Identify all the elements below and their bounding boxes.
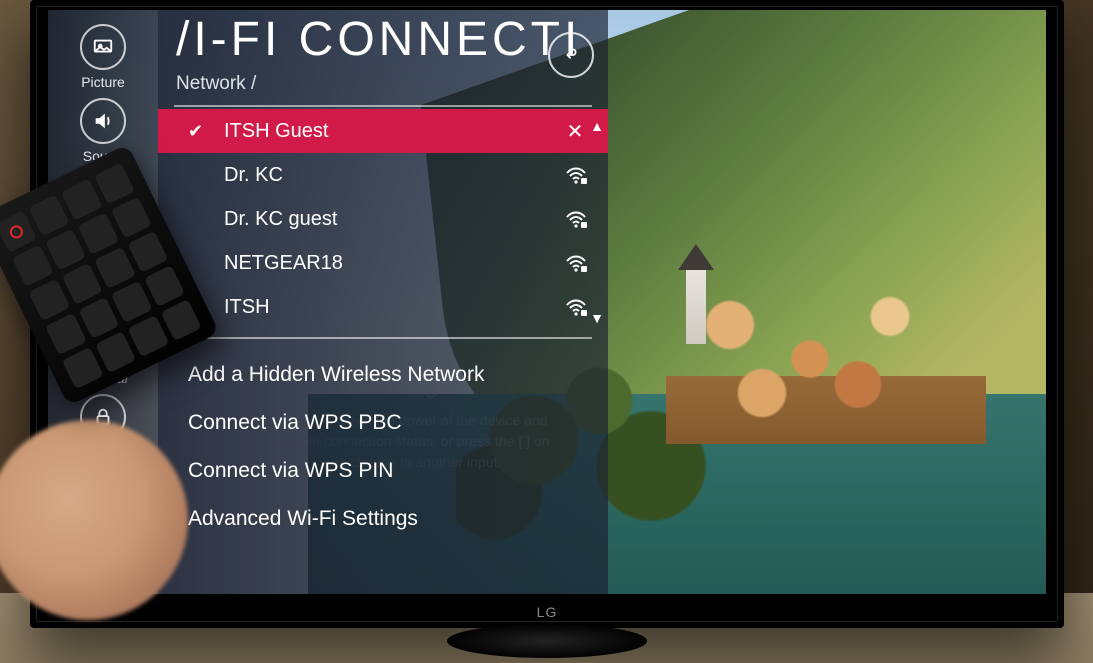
sidebar-item-label: Picture	[81, 74, 125, 90]
wifi-secured-icon	[564, 253, 588, 273]
network-name: Dr. KC guest	[206, 208, 564, 231]
breadcrumb: Network /	[158, 67, 608, 105]
network-name: ITSH	[206, 296, 564, 319]
wifi-options: Add a Hidden Wireless Network Connect vi…	[158, 351, 608, 543]
option-advanced-wifi[interactable]: Advanced Wi-Fi Settings	[158, 495, 608, 543]
network-list: ▲ ▼ ✔ ITSH Guest ✕ Dr. KC Dr. KC guest	[158, 109, 608, 329]
network-row-selected[interactable]: ✔ ITSH Guest ✕	[158, 109, 608, 153]
network-name: NETGEAR18	[206, 252, 564, 275]
sound-icon	[80, 98, 126, 144]
network-row[interactable]: Dr. KC guest	[158, 197, 608, 241]
divider	[174, 105, 592, 107]
sidebar-item-sound[interactable]: Sound	[48, 98, 158, 164]
network-row[interactable]: NETGEAR18	[158, 241, 608, 285]
scroll-up-button[interactable]: ▲	[584, 113, 610, 139]
tv-stand	[447, 624, 647, 658]
divider	[174, 337, 592, 339]
network-name: Dr. KC	[206, 164, 564, 187]
option-wps-pin[interactable]: Connect via WPS PIN	[158, 447, 608, 495]
network-row[interactable]: ITSH	[158, 285, 608, 329]
connected-check-icon: ✔	[188, 121, 206, 142]
wifi-secured-icon	[564, 165, 588, 185]
picture-icon	[80, 24, 126, 70]
wifi-connection-panel: /I-FI CONNECTI Network / ▲ ▼ ✔ ITSH Gues…	[158, 10, 608, 594]
sidebar-item-picture[interactable]: Picture	[48, 24, 158, 90]
panel-title: /I-FI CONNECTI	[158, 10, 608, 67]
remote-power-button	[0, 211, 37, 253]
tv-brand-logo: LG	[537, 604, 558, 620]
back-arrow-icon	[560, 44, 582, 66]
network-row[interactable]: Dr. KC	[158, 153, 608, 197]
wifi-secured-icon	[564, 209, 588, 229]
network-name: ITSH Guest	[206, 120, 562, 143]
option-add-hidden-network[interactable]: Add a Hidden Wireless Network	[158, 351, 608, 399]
back-button[interactable]	[548, 32, 594, 78]
scroll-down-button[interactable]: ▼	[584, 305, 610, 331]
option-wps-pbc[interactable]: Connect via WPS PBC	[158, 399, 608, 447]
